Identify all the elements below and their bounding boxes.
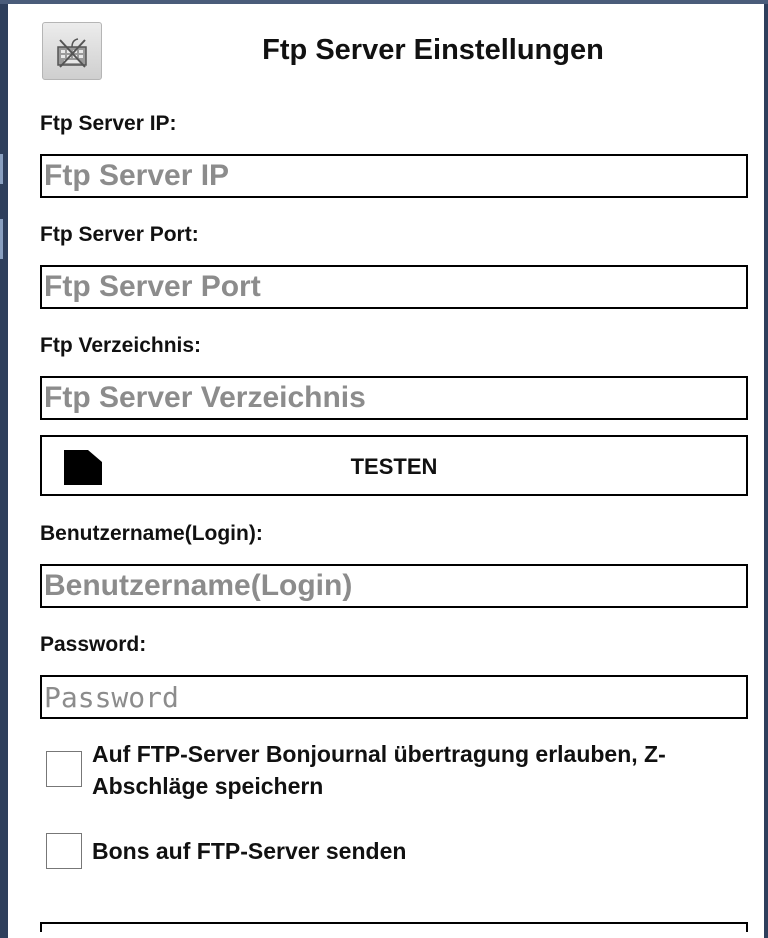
window-edge-marker [0,154,3,184]
bonjournal-upload-label: Auf FTP-Server Bonjournal übertragung er… [92,741,666,799]
next-section-right-border [746,922,748,932]
ftp-ip-input[interactable] [40,154,748,198]
ftp-directory-label: Ftp Verzeichnis: [40,334,202,357]
page-title: Ftp Server Einstellungen [262,34,604,66]
password-label: Password: [40,633,147,656]
ftp-port-input[interactable] [40,265,748,309]
ftp-directory-input[interactable] [40,376,748,420]
keyboard-toggle-button[interactable] [42,22,102,80]
test-button-label: TESTEN [350,454,438,479]
ftp-port-label: Ftp Server Port: [40,223,199,246]
settings-window: Ftp Server Einstellungen Ftp Server IP: … [0,0,768,938]
test-connection-button[interactable]: TESTEN [40,435,748,496]
window-left-border [0,4,8,938]
send-bons-label: Bons auf FTP-Server senden [92,838,407,864]
window-edge-marker [0,219,3,259]
next-section-left-border [40,922,42,932]
send-bons-checkbox[interactable] [46,833,82,869]
keyboard-off-icon [57,38,87,68]
next-section-top-border [40,922,748,924]
username-label: Benutzername(Login): [40,522,263,545]
password-input[interactable] [40,675,748,719]
ftp-ip-label: Ftp Server IP: [40,112,177,135]
username-input[interactable] [40,564,748,608]
bonjournal-upload-checkbox[interactable] [46,751,82,787]
window-right-border [764,4,768,938]
